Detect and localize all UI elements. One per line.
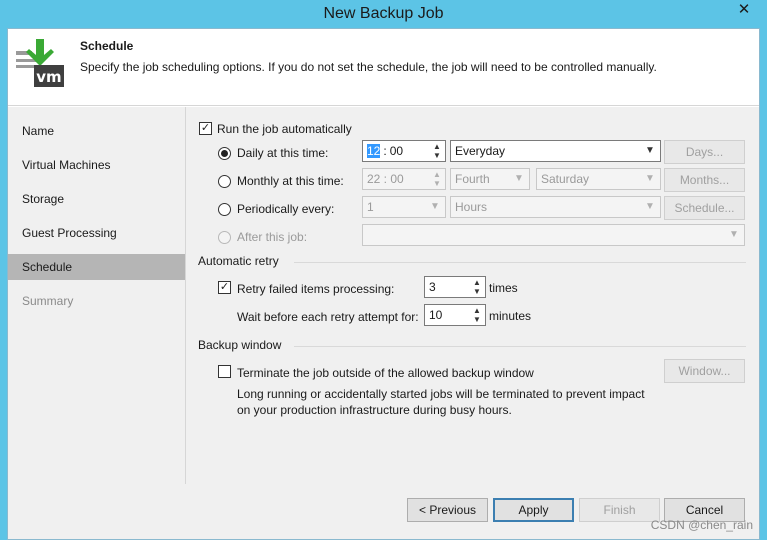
daily-radio[interactable] xyxy=(218,147,231,160)
daily-frequency-select[interactable]: Everyday ▼ xyxy=(450,140,661,162)
monthly-time-spinner[interactable]: ▲ ▼ xyxy=(430,170,444,188)
retry-failed-checkbox[interactable]: ✓ xyxy=(218,281,231,294)
schedule-panel: ✓ Run the job automatically Daily at thi… xyxy=(186,107,759,484)
section-divider xyxy=(294,346,746,347)
chevron-down-icon: ▼ xyxy=(729,229,739,240)
icon-vm-text: vm xyxy=(36,68,61,86)
retry-failed-label: Retry failed items processing: xyxy=(237,282,395,296)
chevron-down-icon: ▼ xyxy=(645,201,655,212)
run-automatically-checkbox[interactable]: ✓ xyxy=(199,122,212,135)
after-job-label: After this job: xyxy=(237,230,308,244)
monthly-label: Monthly at this time: xyxy=(237,174,344,188)
wait-retry-label: Wait before each retry attempt for: xyxy=(237,310,419,324)
wait-retry-spinner[interactable]: ▲ ▼ xyxy=(470,306,484,324)
monthly-time-input[interactable]: 22 : 00 ▲ ▼ xyxy=(362,168,446,190)
retry-count-value: 3 xyxy=(429,280,436,294)
veeam-vm-download-icon: vm xyxy=(16,39,64,87)
sidebar-item-storage[interactable]: Storage xyxy=(8,186,185,212)
sidebar-item-virtual-machines[interactable]: Virtual Machines xyxy=(8,152,185,178)
sidebar-item-guest-processing[interactable]: Guest Processing xyxy=(8,220,185,246)
sidebar-item-schedule[interactable]: Schedule xyxy=(8,254,185,280)
monthly-week-select[interactable]: Fourth ▼ xyxy=(450,168,530,190)
finish-button[interactable]: Finish xyxy=(579,498,660,522)
monthly-radio[interactable] xyxy=(218,175,231,188)
terminate-note-line1: Long running or accidentally started job… xyxy=(237,387,645,401)
section-divider xyxy=(294,262,746,263)
page-title: Schedule xyxy=(80,39,134,53)
periodically-value-select[interactable]: 1 ▼ xyxy=(362,196,446,218)
daily-label: Daily at this time: xyxy=(237,146,329,160)
watermark-text: CSDN @chen_rain xyxy=(650,518,753,532)
chevron-down-icon: ▼ xyxy=(514,173,524,184)
daily-time-hour: 12 xyxy=(367,144,381,158)
periodically-unit: Hours xyxy=(455,200,488,214)
previous-button[interactable]: < Previous xyxy=(407,498,488,522)
terminate-job-checkbox[interactable] xyxy=(218,365,231,378)
periodically-value: 1 xyxy=(367,200,374,214)
sidebar-item-summary: Summary xyxy=(22,294,74,308)
sidebar-item-name[interactable]: Name xyxy=(8,118,185,144)
chevron-down-icon: ▼ xyxy=(430,201,440,212)
title-bar: New Backup Job ✕ xyxy=(0,0,767,28)
retry-count-input[interactable]: 3 ▲ ▼ xyxy=(424,276,486,298)
wizard-header: vm Schedule Specify the job scheduling o… xyxy=(8,29,759,106)
days-button[interactable]: Days... xyxy=(664,140,745,164)
retry-count-spinner[interactable]: ▲ ▼ xyxy=(470,278,484,296)
monthly-week-value: Fourth xyxy=(455,172,490,186)
automatic-retry-heading: Automatic retry xyxy=(198,254,279,268)
window-title: New Backup Job xyxy=(323,5,444,22)
months-button[interactable]: Months... xyxy=(664,168,745,192)
close-button[interactable]: ✕ xyxy=(727,0,761,22)
schedule-button[interactable]: Schedule... xyxy=(664,196,745,220)
monthly-day-value: Saturday xyxy=(541,172,590,186)
page-description: Specify the job scheduling options. If y… xyxy=(80,60,657,74)
terminate-job-label: Terminate the job outside of the allowed… xyxy=(237,366,534,380)
periodically-label: Periodically every: xyxy=(237,202,335,216)
daily-time-spinner[interactable]: ▲ ▼ xyxy=(430,142,444,160)
apply-button[interactable]: Apply xyxy=(493,498,574,522)
chevron-down-icon: ▼ xyxy=(645,145,655,156)
terminate-note-line2: on your production infrastructure during… xyxy=(237,403,512,417)
monthly-time-value: 22 : 00 xyxy=(367,172,404,186)
retry-unit-label: times xyxy=(489,281,518,295)
daily-time-separator: : xyxy=(383,144,387,158)
monthly-day-select[interactable]: Saturday ▼ xyxy=(536,168,661,190)
after-job-select[interactable]: ▼ xyxy=(362,224,745,246)
periodically-radio[interactable] xyxy=(218,203,231,216)
dialog-window: vm Schedule Specify the job scheduling o… xyxy=(7,28,760,540)
daily-frequency-value: Everyday xyxy=(455,144,506,158)
wizard-footer: < Previous Apply Finish Cancel xyxy=(8,484,759,539)
daily-time-input[interactable]: 12:00 ▲ ▼ xyxy=(362,140,446,162)
periodically-unit-select[interactable]: Hours ▼ xyxy=(450,196,661,218)
daily-time-minute: 00 xyxy=(389,144,404,158)
wait-retry-value: 10 xyxy=(429,308,443,322)
backup-window-heading: Backup window xyxy=(198,338,282,352)
wait-retry-input[interactable]: 10 ▲ ▼ xyxy=(424,304,486,326)
after-job-radio[interactable] xyxy=(218,231,231,244)
run-automatically-label: Run the job automatically xyxy=(217,122,352,136)
chevron-down-icon: ▼ xyxy=(645,173,655,184)
wait-retry-unit-label: minutes xyxy=(489,309,532,323)
window-button[interactable]: Window... xyxy=(664,359,745,383)
wizard-steps-sidebar: Name Virtual Machines Storage Guest Proc… xyxy=(8,107,186,484)
